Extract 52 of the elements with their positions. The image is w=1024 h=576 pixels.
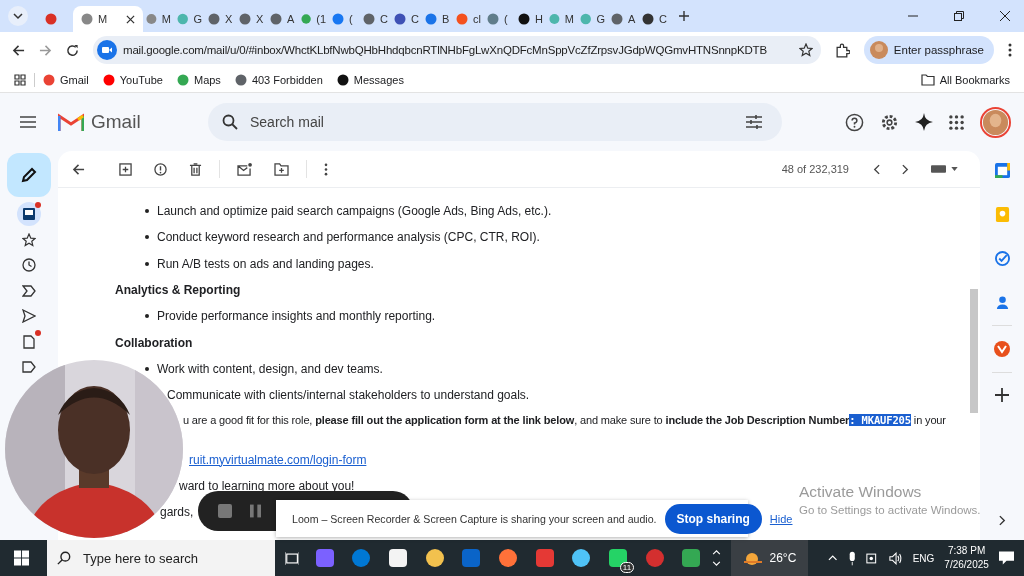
bookmark-link[interactable]: Maps (176, 74, 221, 86)
notification-badge: 11 (619, 562, 635, 573)
address-field[interactable]: mail.google.com/mail/u/0/#inbox/WhctKLbfNwbQHbHhdqbcnRTlNHbFgLwXnQDFcMnSppVcZfZrpsvJGdpWQGmvHTNSnnpKDTB (93, 36, 821, 64)
browser-tab[interactable]: (1 (298, 6, 329, 32)
gmail-logo-text: Gmail (91, 111, 141, 133)
browser-tab[interactable]: X (236, 6, 267, 32)
browser-tab[interactable]: cl (453, 6, 484, 32)
section-heading: Analytics & Reporting (115, 282, 241, 300)
search-bar[interactable]: Search mail (208, 103, 782, 141)
activation-message: Go to Settings to activate Windows. (799, 504, 981, 516)
browser-tab[interactable]: C (391, 6, 422, 32)
browser-tab[interactable]: M (73, 6, 143, 32)
bookmark-link[interactable]: 403 Forbidden (234, 74, 323, 86)
browser-tab[interactable]: M (143, 6, 174, 32)
all-bookmarks-link[interactable]: All Bookmarks (920, 74, 1010, 86)
hide-link[interactable]: Hide (769, 512, 793, 525)
browser-tab[interactable]: X (205, 6, 236, 32)
list-item-text: Launch and optimize paid search campaigns (Google Ads, Bing Ads, etc.). (157, 204, 552, 219)
browser-tab[interactable]: G (174, 6, 205, 32)
taskbar-search-bar[interactable]: Type here to search (47, 540, 276, 576)
bookmark-link[interactable]: YouTube (102, 74, 163, 86)
taskbar-search-field[interactable]: Type here to search (81, 549, 266, 567)
browser-tab[interactable]: A (608, 6, 639, 32)
browser-tab[interactable]: C (360, 6, 391, 32)
browser-tab[interactable]: B (422, 6, 453, 32)
profile-button[interactable]: Enter passphrase (863, 36, 994, 64)
list-item-text: Provide performance insights and monthly reporting. (157, 309, 436, 324)
browser-tab[interactable]: M (546, 6, 577, 32)
browser-tab[interactable]: ( (329, 6, 360, 32)
email-text: gards, (159, 504, 194, 522)
search-field[interactable]: Search mail (248, 113, 736, 131)
bookmark-link[interactable]: Messages (336, 74, 404, 86)
list-item-text: Conduct keyword research and performance analysis (CPC, CTR, ROI). (157, 230, 540, 245)
email-text: Communicate with clients/internal stakeholders to understand goals. (166, 387, 530, 405)
stop-sharing-button[interactable]: Stop sharing (664, 503, 762, 534)
browser-tab[interactable]: G (577, 6, 608, 32)
weather-widget[interactable]: 26°C (731, 540, 809, 576)
list-item-text: Work with content, design, and dev teams. (157, 361, 383, 376)
list-item-text: Run A/B tests on ads and landing pages. (157, 256, 374, 271)
bookmark-link[interactable]: Gmail (43, 74, 89, 86)
browser-tab[interactable]: ( (484, 6, 515, 32)
browser-tab[interactable]: H (515, 6, 546, 32)
language-indicator[interactable]: ENG (912, 552, 935, 564)
section-heading: Collaboration (115, 334, 193, 352)
email-text: ward to learning more about you! (178, 477, 355, 495)
browser-tab[interactable]: C (639, 6, 670, 32)
form-link[interactable]: ruit.myvirtualmate.com/login-form (189, 452, 367, 467)
clock[interactable]: 7:38 PM 7/26/2025 (944, 544, 989, 572)
activation-title: Activate Windows (799, 483, 923, 501)
sharing-message: Loom – Screen Recorder & Screen Capture is sharing your screen and audio. (292, 512, 657, 525)
message-counter: 48 of 232,319 (781, 163, 849, 175)
browser-tab[interactable]: A (267, 6, 298, 32)
